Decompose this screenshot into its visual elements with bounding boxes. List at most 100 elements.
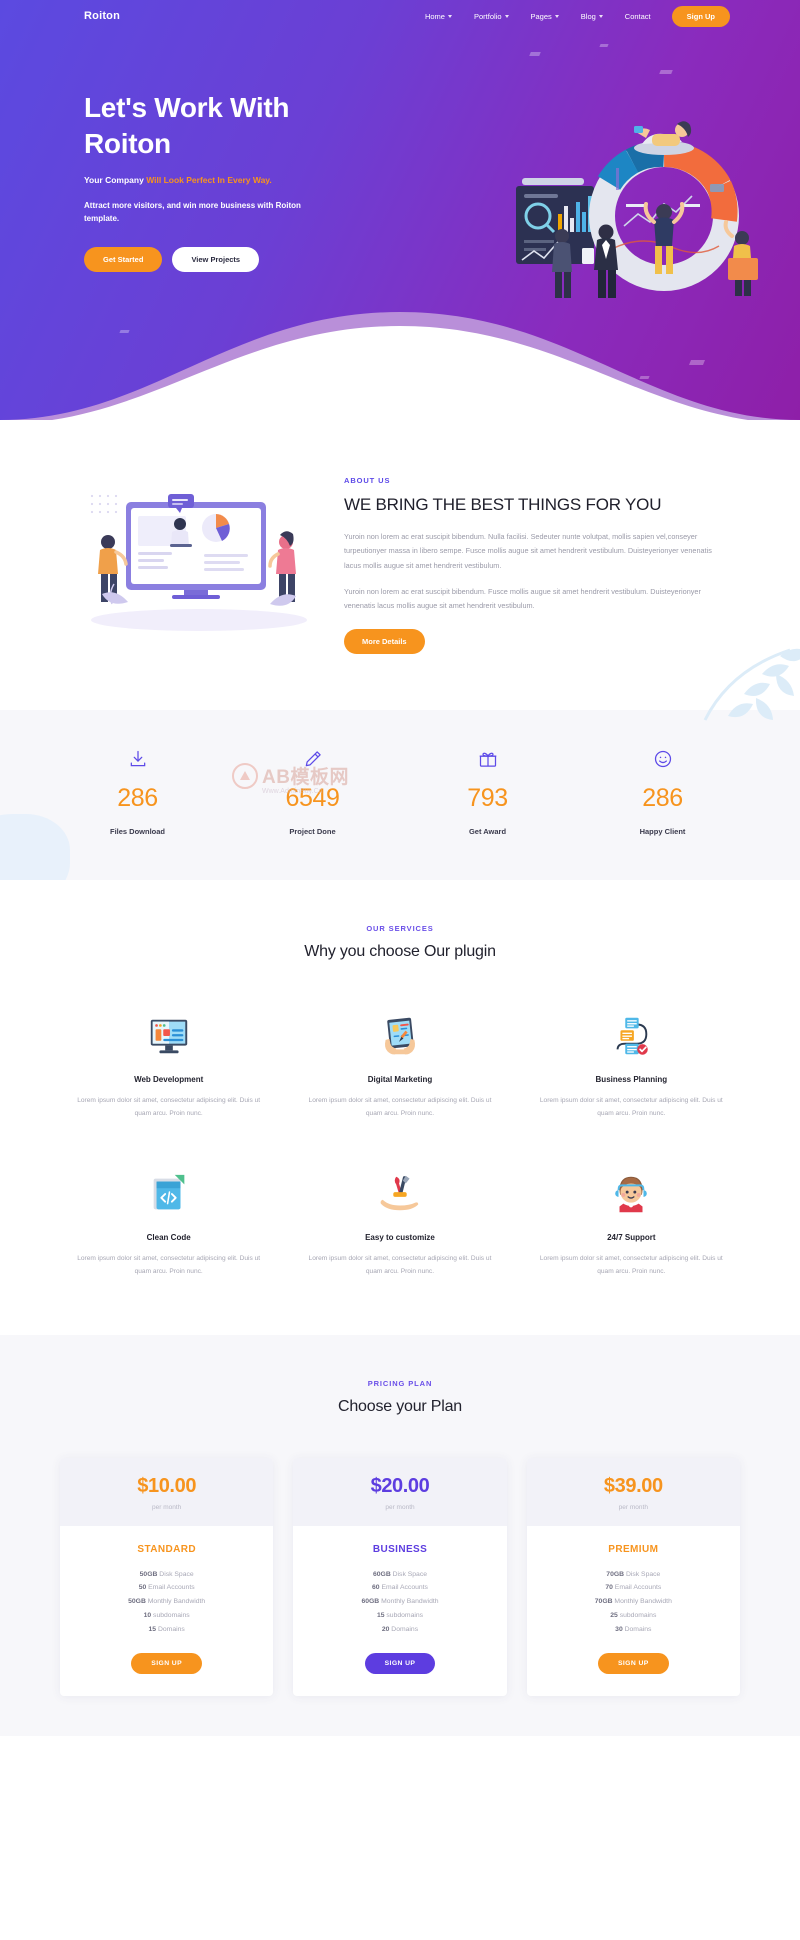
plan-feature: 50GB Disk Space [139,1570,194,1578]
about-eyebrow: ABOUT US [344,476,391,485]
signup-plan-button[interactable]: SIGN UP [131,1653,203,1675]
service-card-support[interactable]: 24/7 Support Lorem ipsum dolor sit amet,… [523,1165,740,1279]
hand-tools-icon [305,1165,494,1217]
service-card-digital-marketing[interactable]: Digital Marketing Lorem ipsum dolor sit … [291,1007,508,1121]
about-paragraph-1: Yuroin non lorem ac erat suscipit bibend… [344,532,712,570]
plan-feature: 20 Domains [381,1626,419,1634]
service-card-web-development[interactable]: Web Development Lorem ipsum dolor sit am… [60,1007,277,1121]
nav-item-home[interactable]: Home [414,8,463,25]
nav-item-pages[interactable]: Pages [520,8,570,25]
nav-item-label: Blog [580,11,596,21]
plan-name: STANDARD [137,1543,196,1555]
nav-item-label: Contact [624,11,651,21]
plan-features: 70GB Disk Space 70 Email Accounts 70GB Mon… [537,1568,730,1638]
price-amount: $10.00 [137,1474,197,1497]
get-started-button[interactable]: Get Started [84,247,163,273]
signup-button[interactable]: Sign Up [671,5,730,27]
service-title: 24/7 Support [607,1232,656,1242]
counters-section: 286 Files Download 6549 Project Done 793 [0,710,800,881]
tablet-hands-icon [305,1007,494,1059]
price-amount: $39.00 [603,1474,663,1497]
about-illustration [84,470,314,654]
chevron-down-icon [598,14,603,18]
pencil-icon [225,746,400,772]
download-icon [50,746,225,772]
hero-subtitle-plain: Your Company [84,174,147,185]
counter-value: 286 [642,784,683,813]
plan-feature: 15 subdomains [376,1612,424,1620]
hero-copy: Let's Work With Roiton Your Company Will… [84,90,374,273]
service-description: Lorem ipsum dolor sit amet, consectetur … [539,1254,723,1275]
plan-features: 60GB Disk Space 60 Email Accounts 60GB Mon… [303,1568,496,1638]
service-card-clean-code[interactable]: Clean Code Lorem ipsum dolor sit amet, c… [60,1165,277,1279]
hero-buttons: Get Started View Projects [84,247,374,273]
service-title: Digital Marketing [367,1075,433,1085]
counter-label: Files Download [109,827,165,837]
plan-feature: 30 Domains [615,1626,652,1634]
price-period: per month [385,1503,415,1511]
brand-logo[interactable]: Roiton [84,10,120,22]
hero-title-line2: Roiton [84,128,171,160]
pricing-card-business: $20.00 per month BUSINESS 60GB Disk Spac… [293,1457,507,1697]
nav-item-label: Home [424,11,445,21]
nav-item-contact[interactable]: Contact [614,8,662,25]
about-paragraph-2: Yuroin non lorem ac erat suscipit bibend… [344,586,701,610]
service-description: Lorem ipsum dolor sit amet, consectetur … [77,1097,261,1118]
chevron-down-icon [504,14,509,18]
hero-subtitle: Your Company Will Look Perfect In Every … [84,175,374,185]
pricing-section: PRICING PLAN Choose your Plan $10.00 per… [0,1334,800,1737]
service-card-business-planning[interactable]: Business Planning Lorem ipsum dolor sit … [523,1007,740,1121]
pricing-grid: $10.00 per month STANDARD 50GB Disk Spac… [60,1457,740,1697]
service-description: Lorem ipsum dolor sit amet, consectetur … [539,1097,723,1118]
signup-plan-button[interactable]: SIGN UP [364,1653,436,1675]
plan-name: BUSINESS [372,1543,428,1555]
hero-description: Attract more visitors, and win more busi… [84,200,301,223]
hero-body: Let's Work With Roiton Your Company Will… [0,32,800,273]
plan-feature: 50 Email Accounts [138,1584,195,1592]
pricing-card-standard: $10.00 per month STANDARD 50GB Disk Spac… [60,1457,274,1697]
flowchart-icon [537,1007,726,1059]
pricing-card-premium: $39.00 per month PREMIUM 70GB Disk Space… [526,1457,740,1697]
chevron-down-icon [554,14,559,18]
counter-label: Project Done [289,827,336,837]
plan-feature: 15 Domains [148,1626,185,1634]
gift-icon [400,746,575,772]
nav-item-blog[interactable]: Blog [570,8,614,25]
price-period: per month [618,1503,648,1511]
main-navigation: Roiton Home Portfolio Pages Blog Contact… [0,0,800,32]
services-section: OUR SERVICES Why you choose Our plugin W… [0,880,800,1335]
plan-feature: 60GB Disk Space [372,1570,427,1578]
service-description: Lorem ipsum dolor sit amet, consectetur … [308,1254,492,1275]
plan-feature: 70GB Disk Space [606,1570,661,1578]
plan-features: 50GB Disk Space 50 Email Accounts 50GB Mon… [70,1568,263,1638]
hero-subtitle-accent: Will Look Perfect In Every Way. [146,174,272,185]
price-period: per month [152,1503,182,1511]
counter-files-download: 286 Files Download [50,746,225,836]
pricing-body: STANDARD 50GB Disk Space 50 Email Account… [60,1526,273,1697]
services-grid: Web Development Lorem ipsum dolor sit am… [60,1007,740,1278]
signup-plan-button[interactable]: SIGN UP [597,1653,669,1675]
nav-item-portfolio[interactable]: Portfolio [463,8,520,25]
plan-feature: 60GB Monthly Bandwidth [361,1598,439,1606]
plan-feature: 70GB Monthly Bandwidth [594,1598,672,1606]
plan-feature: 60 Email Accounts [372,1584,428,1592]
service-title: Clean Code [146,1232,191,1242]
more-details-button[interactable]: More Details [344,629,425,655]
pricing-body: PREMIUM 70GB Disk Space 70 Email Accounts… [527,1526,740,1697]
view-projects-button[interactable]: View Projects [172,247,260,273]
counter-value: 286 [117,784,158,813]
counter-get-award: 793 Get Award [400,746,575,836]
pricing-header: $10.00 per month [60,1457,274,1526]
pricing-body: BUSINESS 60GB Disk Space 60 Email Account… [293,1526,506,1697]
hero-title-line1: Let's Work With [84,92,290,123]
pricing-eyebrow: PRICING PLAN [367,1378,433,1388]
plan-name: PREMIUM [608,1543,659,1555]
service-card-easy-to-customize[interactable]: Easy to customize Lorem ipsum dolor sit … [291,1165,508,1279]
plan-feature: 25 subdomains [610,1612,657,1620]
service-description: Lorem ipsum dolor sit amet, consectetur … [308,1097,492,1118]
plan-feature: 70 Email Accounts [605,1584,662,1592]
counter-label: Get Award [468,827,507,837]
counter-value: 793 [467,784,508,813]
service-description: Lorem ipsum dolor sit amet, consectetur … [77,1254,261,1275]
support-agent-icon [537,1165,726,1217]
